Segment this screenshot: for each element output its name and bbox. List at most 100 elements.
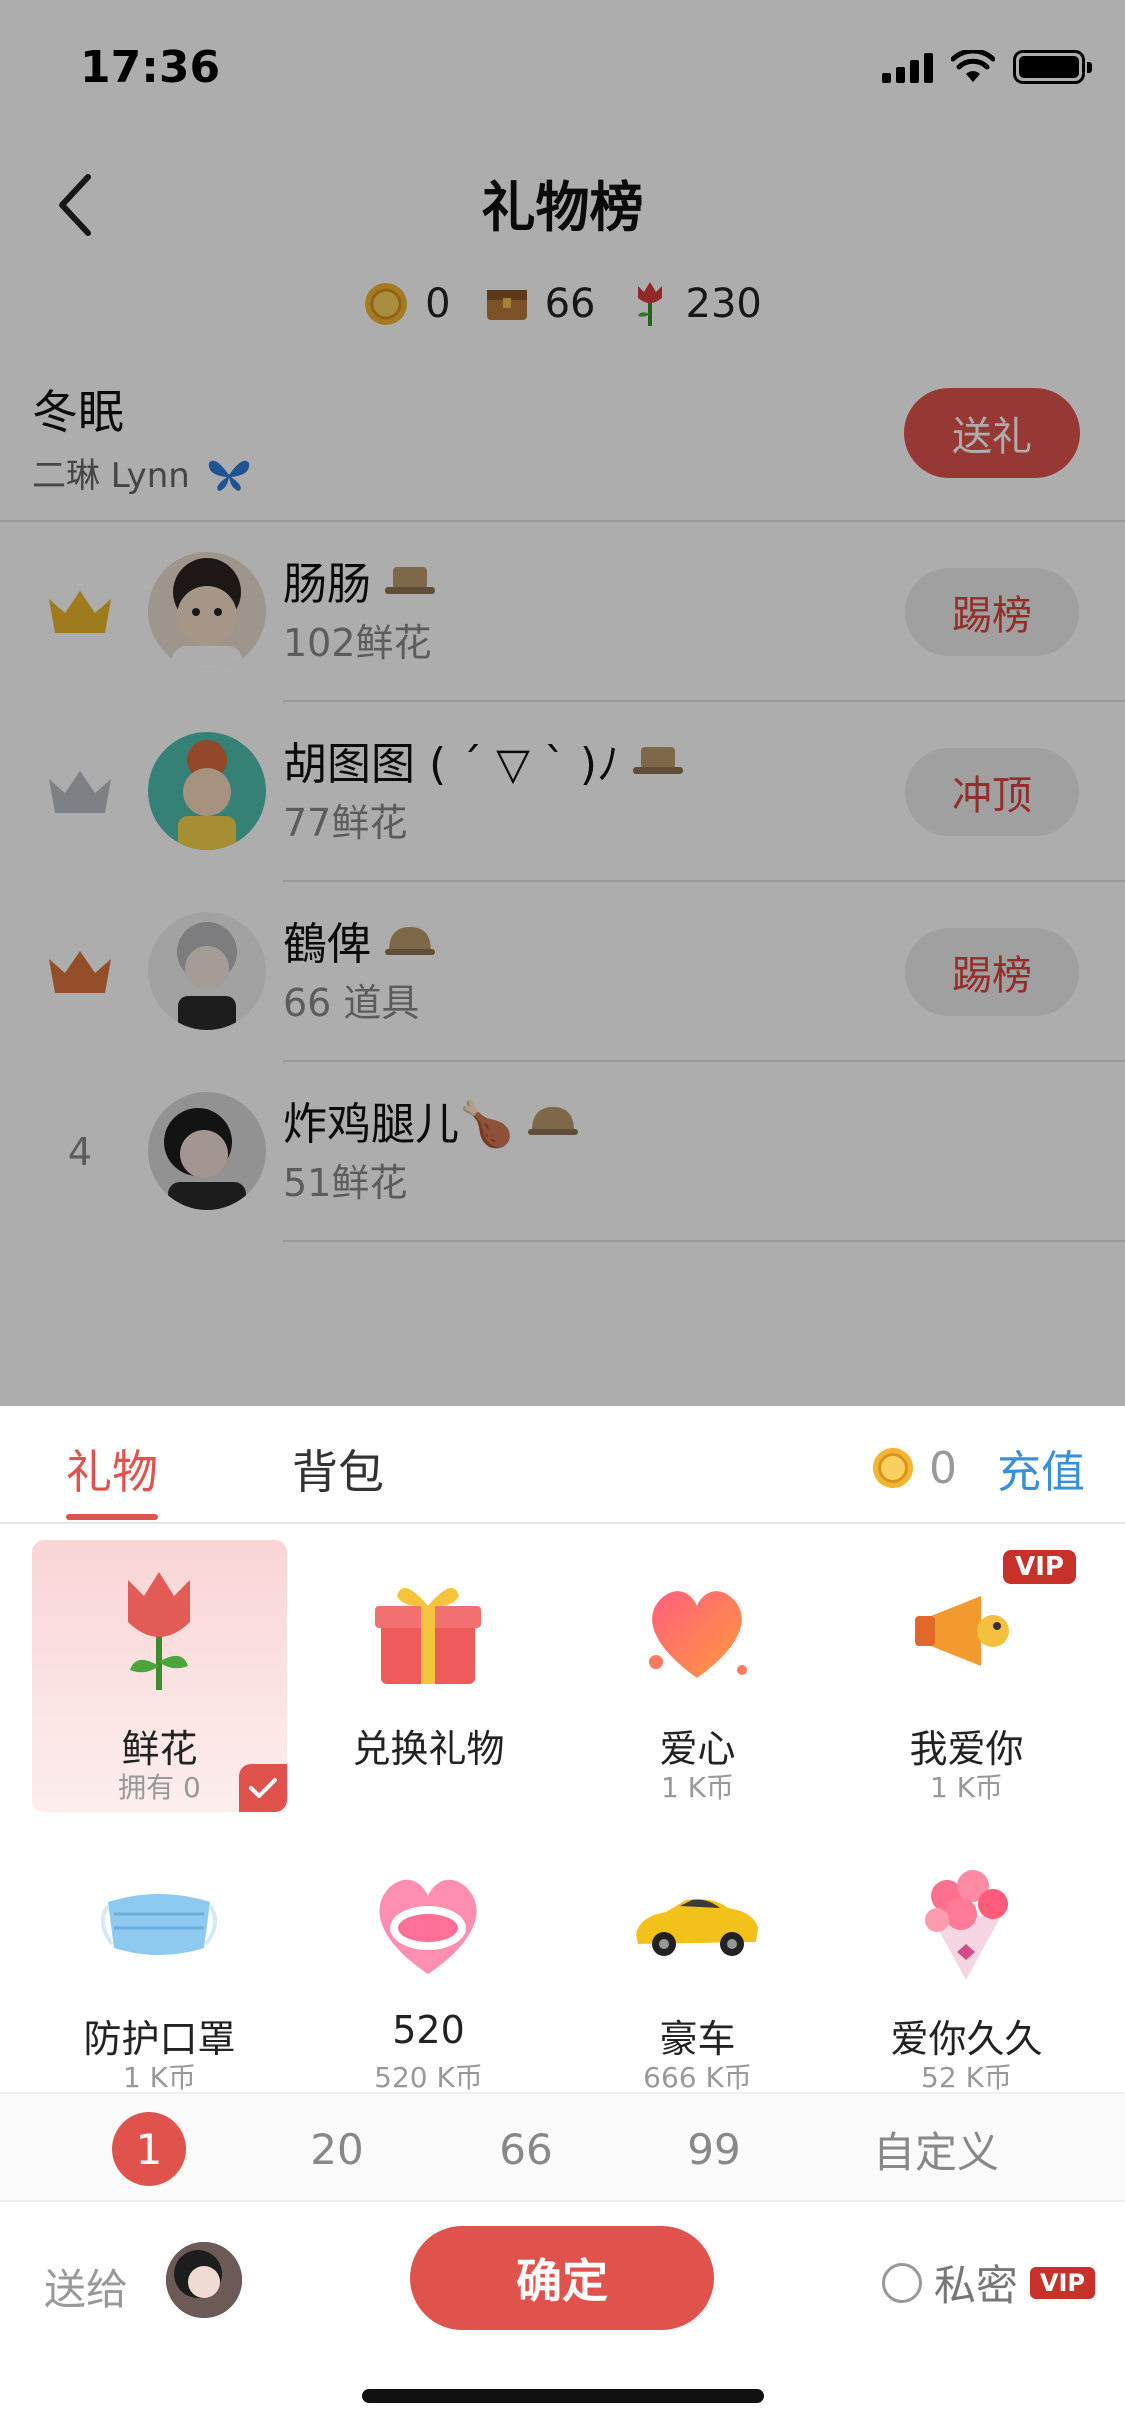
hat-icon	[385, 567, 435, 594]
mask-icon	[100, 1894, 218, 1955]
gift-price: 1 K币	[929, 1771, 1004, 1804]
ranking-name-text: 炸鸡腿儿🍗	[283, 1099, 514, 1150]
cellular-signal-icon	[882, 51, 933, 83]
ranking-name: 炸鸡腿儿🍗	[283, 1088, 580, 1152]
heart-icon	[649, 1591, 747, 1678]
ranking-name-text: 肠肠	[283, 559, 371, 610]
kick-ranking-button[interactable]: 踢榜	[905, 568, 1079, 656]
quantity-selector: 1 20 66 99 自定义	[0, 2092, 1125, 2202]
private-label: 私密	[933, 2261, 1018, 2310]
custom-quantity-option[interactable]: 自定义	[864, 2114, 1008, 2184]
confirm-button[interactable]: 确定	[410, 2226, 714, 2330]
coin-icon	[365, 283, 408, 325]
balance-amount: 0	[929, 1442, 957, 1494]
ranking-score: 77鲜花	[283, 801, 408, 845]
ranking-name: 肠肠	[283, 548, 437, 612]
gift-name: 我爱你	[909, 1727, 1024, 1771]
private-toggle[interactable]: 私密 VIP	[881, 2252, 1095, 2313]
gift-ranking-page: 17:36 礼物榜 0 66 230 冬眠 二琳 Lynn 送礼 肠肠 102鲜…	[0, 0, 1125, 1406]
room-owner: 冬眠 二琳 Lynn 送礼	[0, 360, 1125, 520]
rose-icon	[128, 1572, 190, 1690]
send-to-label: 送给	[44, 2265, 129, 2314]
gift-panel: 礼物 背包 0 充值 鲜花 拥有 0 兑换礼物 爱心 1 K币 VIP 我爱你 …	[0, 1406, 1125, 2436]
treasure-chest-icon	[486, 290, 527, 320]
gift-name: 兑换礼物	[352, 1727, 505, 1771]
ranking-name: 鶴俾	[283, 908, 437, 972]
ranking-name-text: 鶴俾	[283, 919, 371, 970]
home-indicator[interactable]	[362, 2389, 764, 2403]
gift-item[interactable]: 爱心 1 K币	[570, 1540, 825, 1812]
tab-backpack[interactable]: 背包	[292, 1436, 384, 1502]
gift-price: 666 K币	[643, 2061, 752, 2094]
vip-badge: VIP	[1003, 1550, 1076, 1584]
gift-item[interactable]: 防护口罩 1 K币	[32, 1830, 287, 2102]
ranking-row[interactable]: 肠肠 102鲜花 踢榜	[0, 522, 1125, 702]
avatar[interactable]	[148, 1092, 266, 1210]
ranking-score: 51鲜花	[283, 1161, 408, 1205]
silver-crown-icon	[40, 762, 120, 822]
gift-price: 1 K币	[660, 1771, 735, 1804]
gift-name: 防护口罩	[83, 2017, 236, 2061]
helmet-icon	[385, 927, 435, 955]
wifi-icon	[951, 50, 995, 82]
kick-ranking-button[interactable]: 踢榜	[905, 928, 1079, 1016]
owner-subtitle-text: 二琳 Lynn	[32, 456, 190, 496]
coin-icon	[872, 1447, 914, 1489]
ranking-row[interactable]: 4 炸鸡腿儿🍗 51鲜花	[0, 1062, 1125, 1242]
send-gift-button[interactable]: 送礼	[904, 388, 1080, 478]
owner-subtitle: 二琳 Lynn	[32, 448, 251, 497]
ranking-row[interactable]: 胡图图 ( ´ ▽ ` )ﾉ 77鲜花 冲顶	[0, 702, 1125, 882]
avatar[interactable]	[148, 912, 266, 1030]
gift-item[interactable]: 鲜花 拥有 0	[32, 1540, 287, 1812]
avatar[interactable]	[148, 552, 266, 670]
rose-icon	[637, 282, 662, 326]
climb-top-button[interactable]: 冲顶	[905, 748, 1079, 836]
hat-icon	[633, 747, 684, 774]
520-heart-icon	[379, 1879, 477, 1974]
gift-panel-tabs: 礼物 背包 0 充值	[0, 1406, 1125, 1524]
props-count: 66	[544, 281, 596, 327]
quantity-option[interactable]: 20	[302, 2114, 372, 2184]
vip-badge: VIP	[1029, 2266, 1095, 2299]
helmet-icon	[527, 1107, 578, 1135]
ranking-score: 66 道具	[283, 981, 420, 1025]
ranking-name-text: 胡图图 ( ´ ▽ ` )ﾉ	[283, 739, 620, 790]
gift-price: 520 K币	[374, 2061, 483, 2094]
gift-item[interactable]: 520 520 K币	[301, 1830, 556, 2102]
ranking-score: 102鲜花	[283, 621, 432, 665]
owner-name: 冬眠	[32, 385, 124, 439]
gift-name: 爱心	[659, 1727, 736, 1771]
radio-icon[interactable]	[881, 2262, 922, 2303]
quantity-option[interactable]: 99	[678, 2114, 750, 2184]
active-tab-indicator	[66, 1514, 158, 1520]
status-bar: 17:36	[0, 0, 1125, 135]
coins-count: 0	[425, 281, 451, 327]
balance: 0 充值	[871, 1436, 1085, 1500]
gift-item[interactable]: 豪车 666 K币	[570, 1830, 825, 2102]
status-icons	[882, 50, 1092, 84]
butterfly-icon	[208, 460, 249, 491]
sports-car-icon	[636, 1899, 758, 1956]
gift-item[interactable]: 爱你久久 52 K币	[839, 1830, 1094, 2102]
tab-gifts[interactable]: 礼物	[66, 1436, 158, 1502]
gift-box-icon	[375, 1588, 481, 1684]
megaphone-icon	[915, 1596, 1009, 1666]
gift-item[interactable]: 兑换礼物	[301, 1540, 556, 1812]
gift-name: 爱你久久	[890, 2017, 1043, 2061]
quantity-option[interactable]: 1	[112, 2112, 186, 2186]
bouquet-icon	[925, 1870, 1008, 1980]
quantity-option[interactable]: 66	[490, 2114, 562, 2184]
gift-item[interactable]: VIP 我爱你 1 K币	[839, 1540, 1094, 1812]
stats-row: 0 66 230	[0, 272, 1125, 336]
checkmark-icon	[239, 1764, 287, 1812]
page-title: 礼物榜	[481, 176, 644, 239]
battery-icon	[1013, 50, 1092, 84]
gold-crown-icon	[40, 582, 120, 642]
recipient-avatar[interactable]	[166, 2242, 242, 2318]
avatar[interactable]	[148, 732, 266, 850]
nav-bar: 礼物榜	[0, 135, 1125, 265]
ranking-row[interactable]: 鶴俾 66 道具 踢榜	[0, 882, 1125, 1062]
recharge-link[interactable]: 充值	[997, 1436, 1085, 1500]
ranking-name: 胡图图 ( ´ ▽ ` )ﾉ	[283, 728, 685, 792]
gift-price: 52 K币	[921, 2061, 1012, 2094]
